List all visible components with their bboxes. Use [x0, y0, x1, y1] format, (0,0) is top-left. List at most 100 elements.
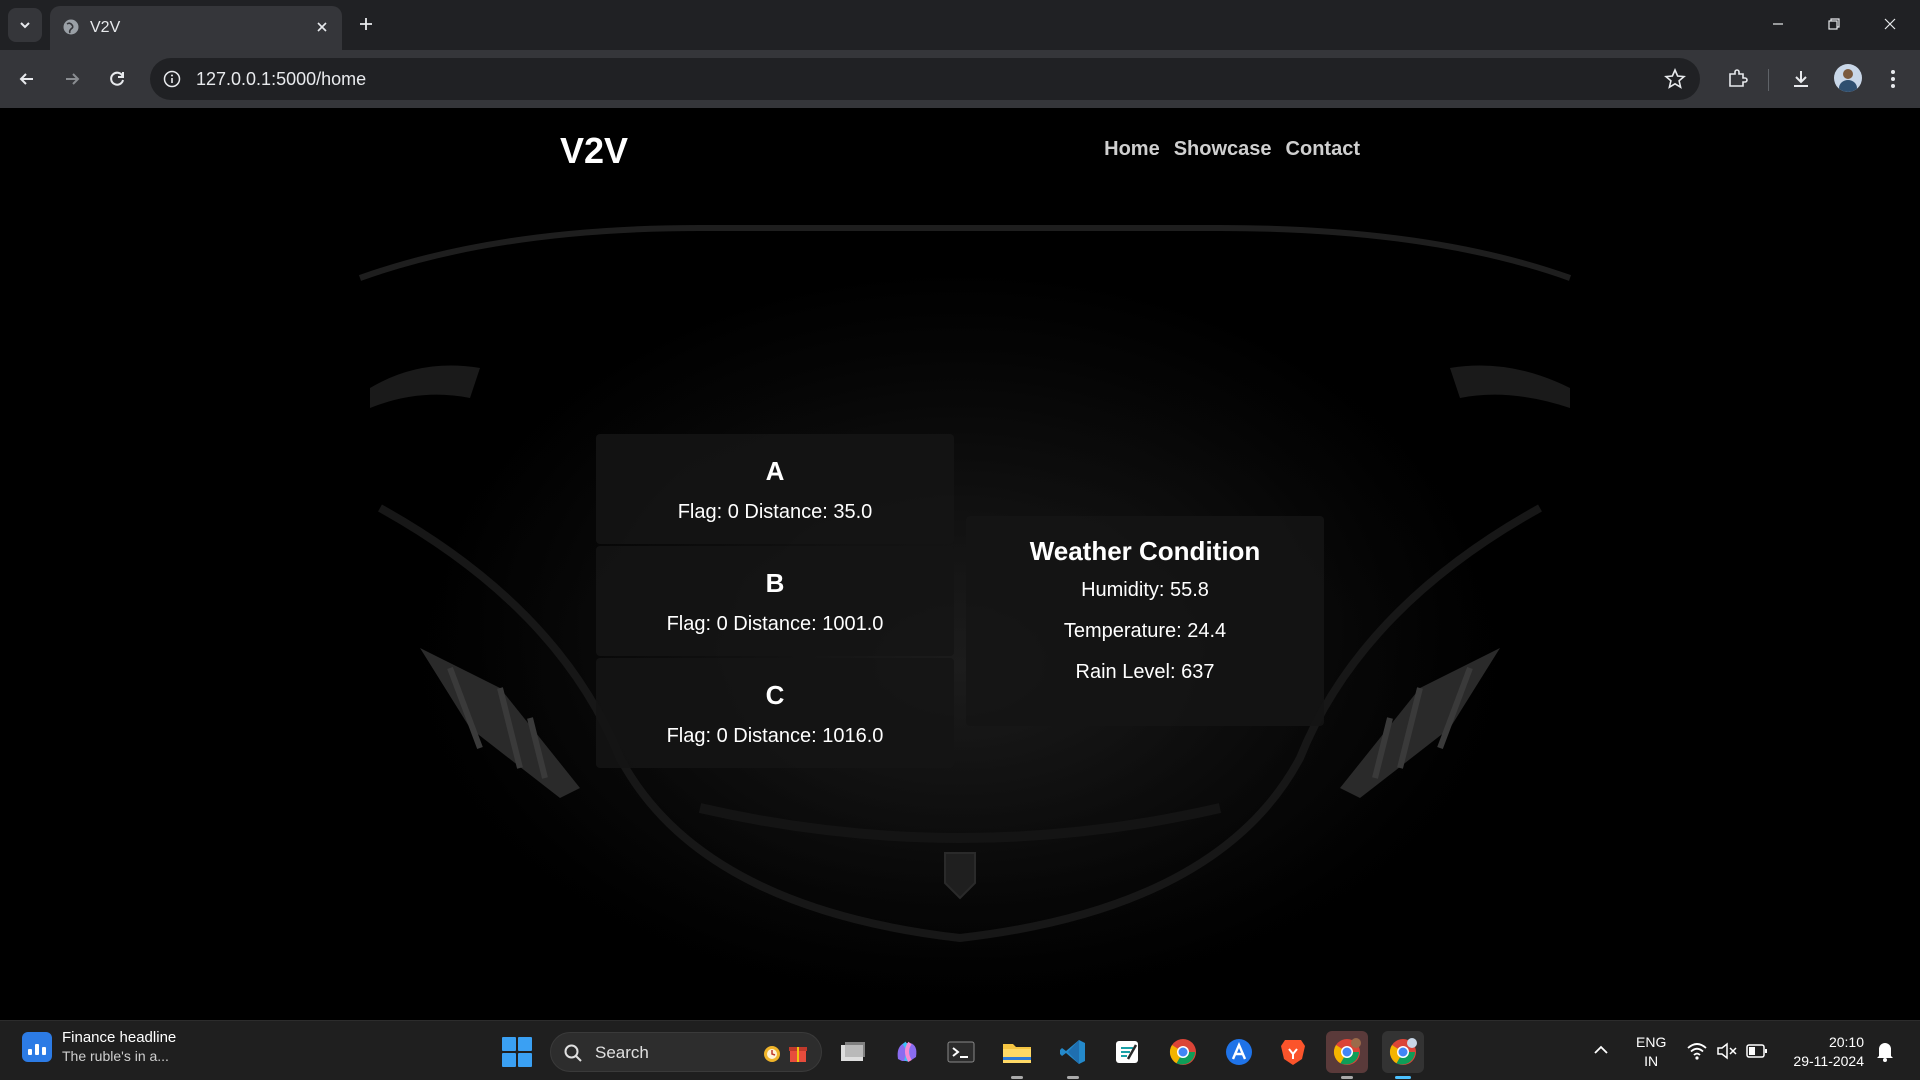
back-button[interactable] [12, 64, 42, 94]
chevron-up-icon[interactable] [1592, 1043, 1610, 1057]
vscode-icon [1060, 1040, 1085, 1064]
chevron-down-icon [20, 22, 30, 29]
nav-link-contact[interactable]: Contact [1286, 138, 1360, 161]
brave-app[interactable] [1272, 1031, 1314, 1073]
minimize-button[interactable] [1758, 8, 1798, 40]
folder-icon [1003, 1044, 1031, 1063]
arrow-left-icon [19, 73, 33, 85]
reload-icon [110, 71, 124, 86]
site-info-button[interactable] [160, 67, 184, 91]
nav-link-home[interactable]: Home [1104, 138, 1160, 161]
vehicle-card-b: B Flag: 0 Distance: 1001.0 [596, 546, 954, 656]
nav-link-showcase[interactable]: Showcase [1174, 138, 1272, 161]
restore-button[interactable] [1814, 8, 1854, 40]
chrome-profile-icon [1333, 1038, 1361, 1065]
vehicle-status: Flag: 0 Distance: 1001.0 [666, 613, 884, 635]
toolbar-divider [1768, 69, 1769, 91]
download-icon [1794, 71, 1808, 87]
puzzle-icon [1729, 69, 1748, 87]
running-indicator [1341, 1076, 1353, 1079]
weather-card: Weather Condition Humidity: 55.8 Tempera… [966, 516, 1324, 726]
vehicle-name: A [765, 456, 785, 486]
running-indicator [1011, 1076, 1023, 1079]
language-indicator[interactable]: ENG IN [1636, 1033, 1666, 1071]
tab-search-button[interactable] [8, 8, 42, 42]
browser-menu-button[interactable] [1878, 64, 1908, 94]
windows-logo-icon [502, 1037, 516, 1051]
app-store-app[interactable] [1218, 1031, 1260, 1073]
chrome-app[interactable] [1162, 1031, 1204, 1073]
region-code: IN [1644, 1053, 1659, 1069]
restore-icon [1828, 18, 1840, 30]
close-tab-icon[interactable] [314, 19, 330, 35]
terminal-app[interactable] [940, 1031, 982, 1073]
vscode-app[interactable] [1052, 1031, 1094, 1079]
clock-time: 20:10 [1828, 1034, 1864, 1050]
file-explorer-app[interactable] [996, 1031, 1038, 1079]
finance-chart-icon [22, 1031, 52, 1062]
wifi-icon[interactable] [1686, 1041, 1708, 1061]
weather-title: Weather Condition [1029, 536, 1261, 566]
new-tab-button[interactable] [352, 10, 380, 38]
copilot-app[interactable] [886, 1031, 928, 1073]
reload-button[interactable] [102, 64, 132, 94]
vehicle-name: C [765, 680, 785, 710]
search-icon [564, 1044, 582, 1062]
taskbar-search[interactable]: Search [550, 1032, 822, 1072]
notification-bell-icon[interactable] [1876, 1040, 1894, 1062]
language-code: ENG [1636, 1034, 1667, 1050]
clock-date: 29-11-2024 [1793, 1053, 1864, 1069]
vehicle-status: Flag: 0 Distance: 1016.0 [666, 725, 884, 747]
start-button[interactable] [502, 1037, 532, 1067]
notepad-app[interactable] [1106, 1031, 1148, 1073]
close-icon [1884, 18, 1896, 30]
notepad-icon [1116, 1041, 1138, 1063]
site-nav-links: Home Showcase Contact [1104, 138, 1360, 161]
close-window-button[interactable] [1870, 8, 1910, 40]
widget-title: Finance headline [62, 1029, 177, 1046]
site-logo[interactable]: V2V [560, 130, 628, 172]
extensions-button[interactable] [1722, 64, 1752, 94]
brave-lion-icon [1281, 1040, 1305, 1065]
news-widget[interactable]: Finance headline The ruble's in a... [22, 1029, 176, 1064]
info-icon [163, 70, 181, 88]
tab-title: V2V [90, 19, 121, 36]
plus-icon [360, 18, 372, 30]
windows-taskbar: Finance headline The ruble's in a... Sea… [0, 1020, 1920, 1080]
vehicle-status: Flag: 0 Distance: 35.0 [677, 501, 873, 523]
browser-toolbar: 127.0.0.1:5000/home [0, 50, 1920, 108]
task-view-icon [841, 1042, 865, 1061]
arrow-right-icon [66, 73, 80, 85]
system-clock[interactable]: 20:10 29-11-2024 [1784, 1033, 1864, 1071]
browser-tab[interactable]: V2V [50, 6, 342, 50]
forward-button[interactable] [57, 64, 87, 94]
search-placeholder: Search [595, 1043, 649, 1062]
vehicle-card-a: A Flag: 0 Distance: 35.0 [596, 434, 954, 544]
bookmark-star-icon[interactable] [1664, 68, 1686, 90]
chrome-icon [1169, 1039, 1196, 1065]
browser-tabstrip: V2V [0, 0, 1920, 50]
globe-icon [63, 19, 79, 35]
address-bar[interactable]: 127.0.0.1:5000/home [150, 58, 1700, 100]
kebab-menu-icon [1891, 70, 1895, 88]
app-store-icon [1226, 1039, 1252, 1065]
chrome-profile-app[interactable] [1326, 1031, 1368, 1079]
battery-icon[interactable] [1746, 1042, 1768, 1060]
downloads-button[interactable] [1786, 64, 1816, 94]
running-indicator [1067, 1076, 1079, 1079]
url-text: 127.0.0.1:5000/home [196, 69, 367, 89]
widget-subtitle: The ruble's in a... [62, 1048, 169, 1064]
terminal-icon [947, 1041, 975, 1063]
page-viewport: V2V Home Showcase Contact A Flag: 0 Dist… [0, 108, 1920, 1020]
task-view-button[interactable] [832, 1031, 874, 1073]
rain-level-value: Rain Level: 637 [1075, 661, 1215, 683]
volume-muted-icon[interactable] [1716, 1041, 1738, 1061]
humidity-value: Humidity: 55.8 [1081, 579, 1209, 601]
search-highlight-icon [761, 1041, 809, 1065]
minimize-icon [1773, 23, 1783, 25]
car-background-image [340, 225, 1580, 1008]
chrome-active-app[interactable] [1382, 1031, 1424, 1079]
temperature-value: Temperature: 24.4 [1063, 620, 1227, 642]
profile-avatar[interactable] [1834, 64, 1862, 92]
copilot-icon [897, 1041, 917, 1063]
